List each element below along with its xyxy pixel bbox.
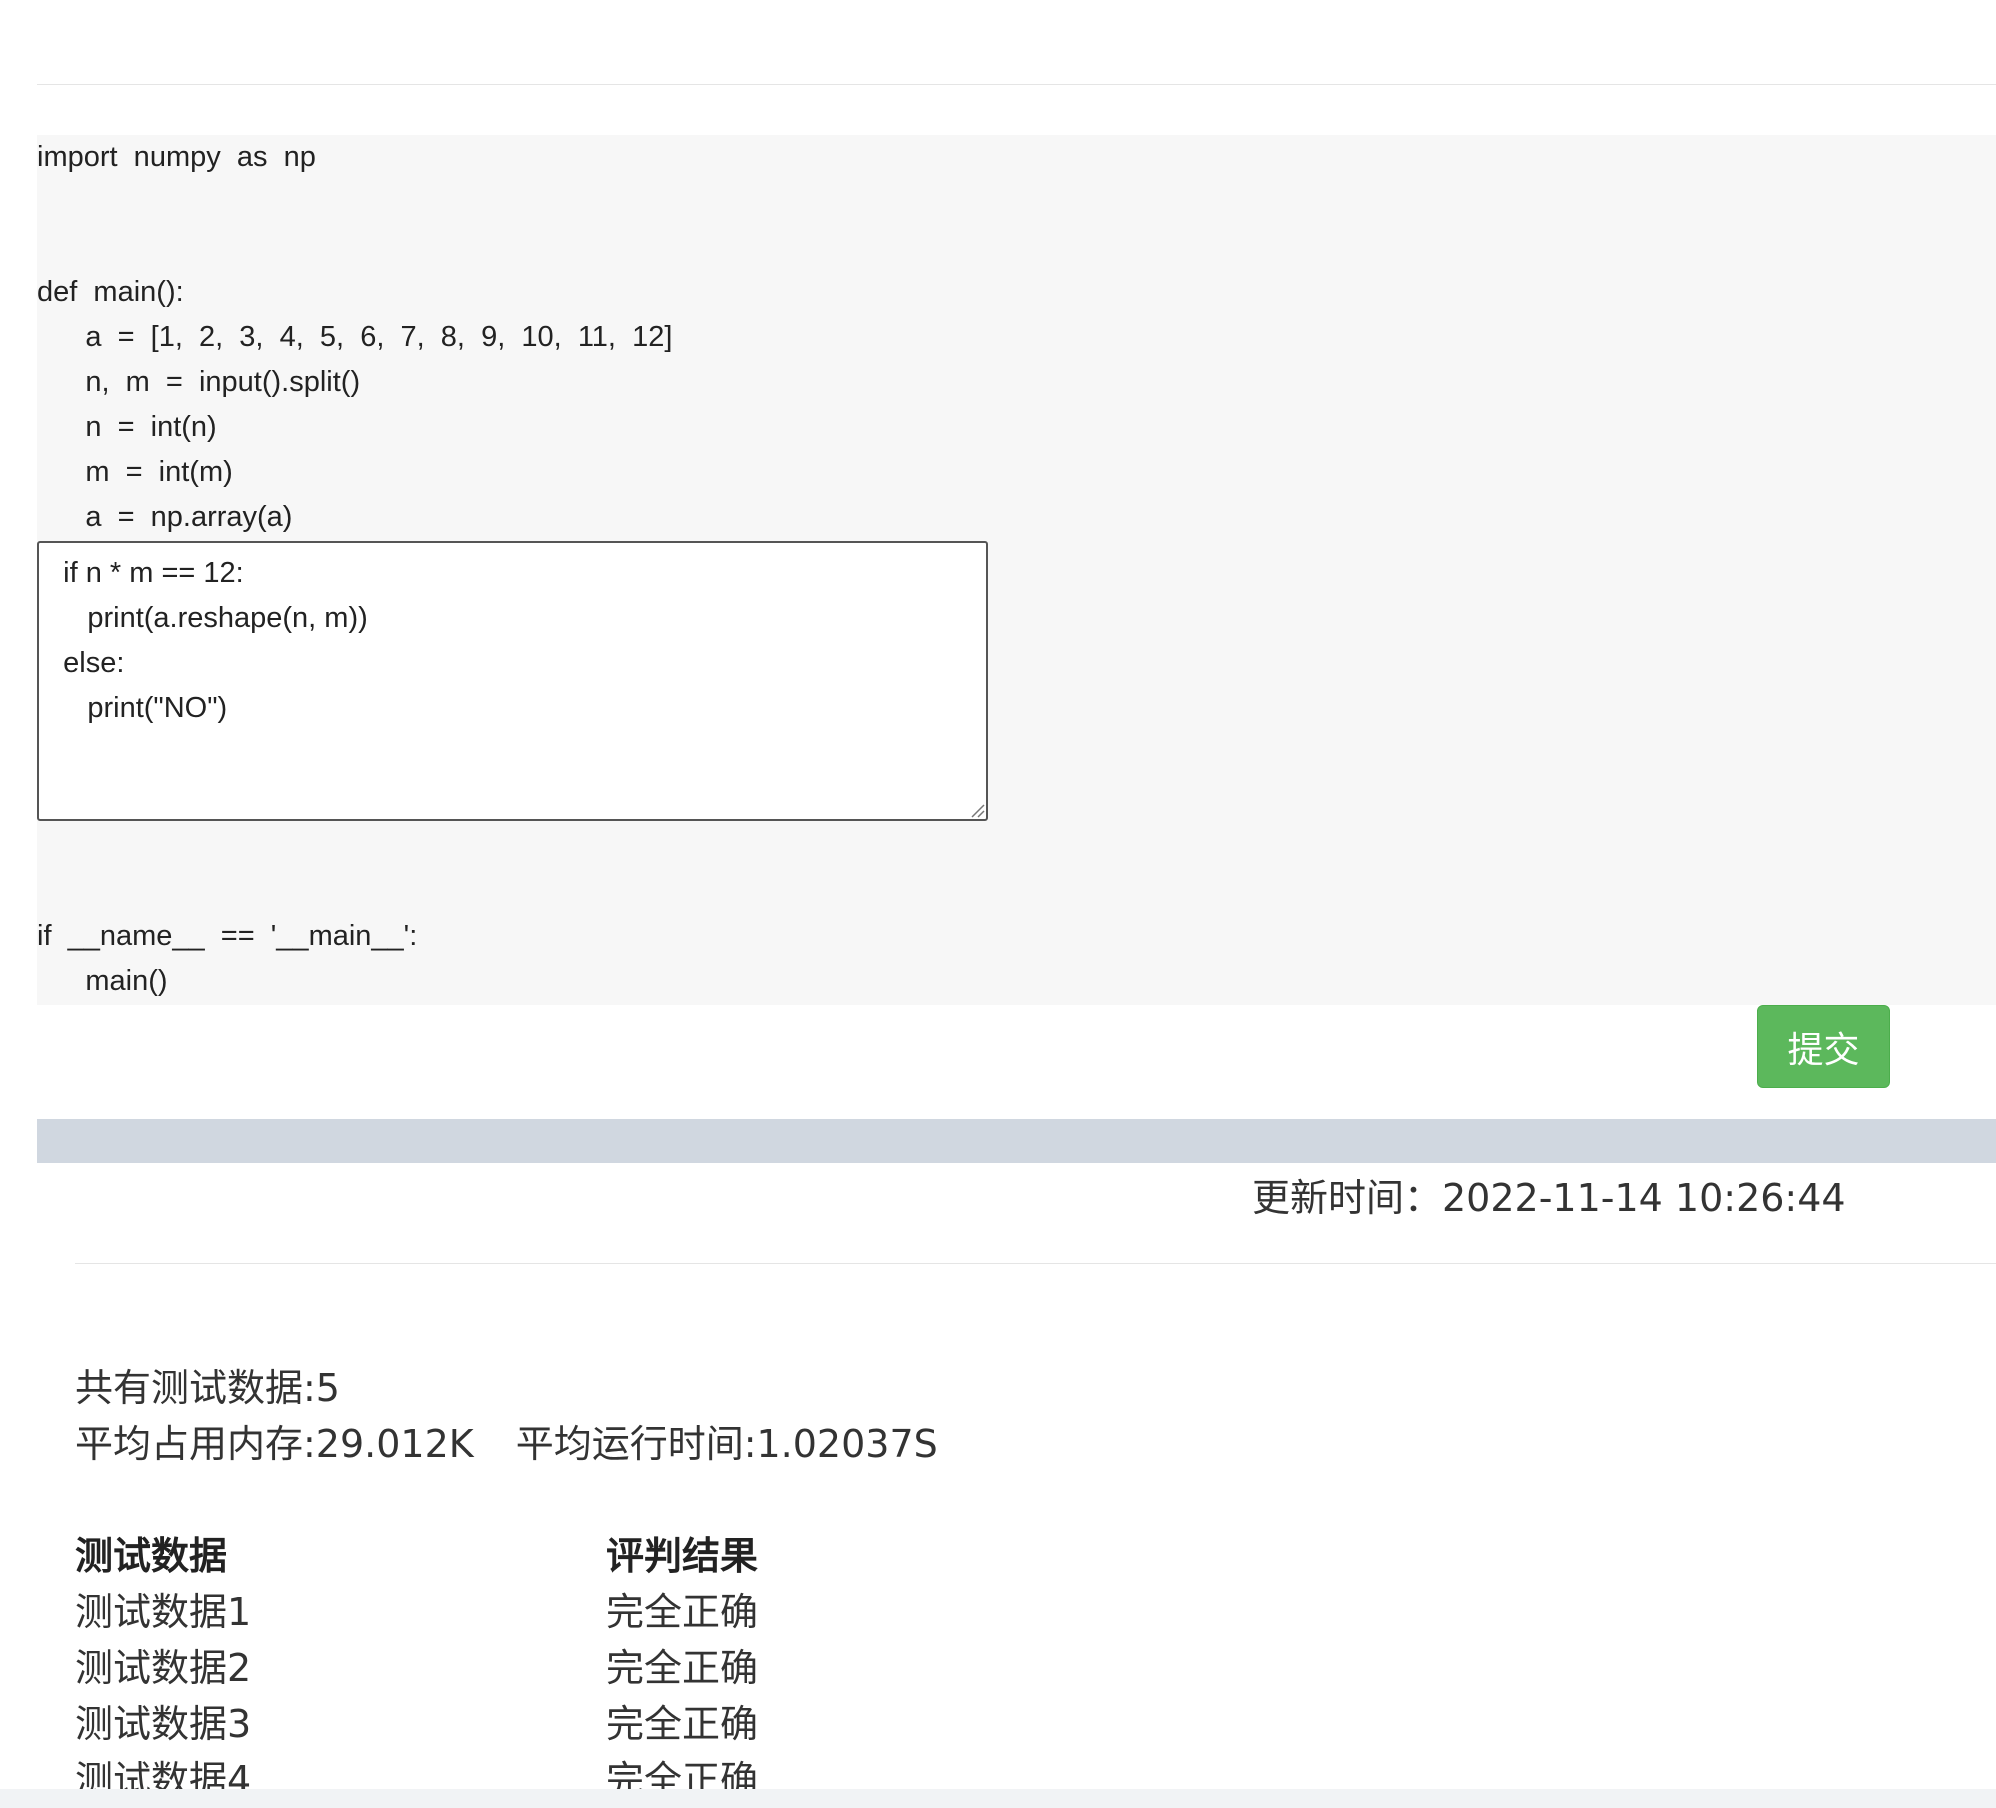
code-line: import numpy as np <box>37 141 316 173</box>
code-line: n = int(n) <box>37 411 217 443</box>
code-line: a = np.array(a) <box>37 501 293 533</box>
table-header-result: 评判结果 <box>606 1534 759 1578</box>
avg-time-text: 平均运行时间:1.02037S <box>515 1422 938 1466</box>
result-divider <box>75 1263 1996 1264</box>
resize-grip-icon[interactable] <box>969 802 985 818</box>
table-header-test-data: 测试数据 <box>75 1534 228 1578</box>
table-cell-test-name: 测试数据3 <box>75 1702 252 1746</box>
code-line: def main(): <box>37 276 184 308</box>
table-cell-test-name: 测试数据1 <box>75 1590 252 1634</box>
code-line: if __name__ == '__main__': <box>37 920 418 952</box>
avg-memory-text: 平均占用内存:29.012K <box>75 1422 474 1466</box>
code-panel: import numpy as np def main(): a = [1, 2… <box>37 135 1996 1005</box>
code-editor-textarea[interactable]: if n * m == 12: print(a.reshape(n, m)) e… <box>37 541 988 821</box>
code-line: a = [1, 2, 3, 4, 5, 6, 7, 8, 9, 10, 11, … <box>37 321 673 353</box>
bottom-scroll-strip <box>0 1789 1996 1808</box>
code-line: m = int(m) <box>37 456 233 488</box>
submit-button[interactable]: 提交 <box>1757 1005 1890 1088</box>
performance-summary: 平均占用内存:29.012K 平均运行时间:1.02037S <box>75 1416 938 1472</box>
total-tests-text: 共有测试数据:5 <box>75 1366 340 1410</box>
table-cell-test-name: 测试数据2 <box>75 1646 252 1690</box>
result-header-bar <box>37 1119 1996 1163</box>
table-cell-result: 完全正确 <box>606 1702 759 1746</box>
update-time: 更新时间：2022-11-14 10:26:44 <box>1252 1176 1846 1220</box>
table-cell-result: 完全正确 <box>606 1590 759 1634</box>
top-divider <box>37 84 1996 85</box>
code-line: main() <box>37 965 168 997</box>
code-line: n, m = input().split() <box>37 366 361 398</box>
table-cell-result: 完全正确 <box>606 1646 759 1690</box>
